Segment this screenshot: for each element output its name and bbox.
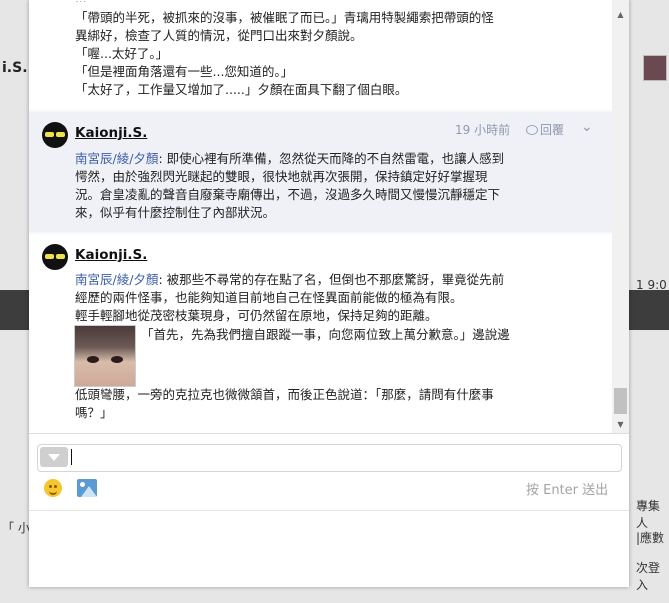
background-username: i.S. (2, 60, 28, 76)
comment-item: Kaionji.S. 南宮辰/綾/夕顏: 被那些不尋常的存在點了名，但倒也不那麼… (29, 234, 612, 433)
triangle-down-icon (48, 454, 60, 461)
author-avatar[interactable] (42, 244, 68, 270)
comment-text: : 即使心裡有所準備，忽然從天而降的不自然雷電，也讓人感到 (158, 151, 505, 166)
comment-text: : 被那些不尋常的存在點了名，但倒也不那麼驚訝，畢竟從先前 (158, 272, 505, 287)
mention-tag[interactable]: 南宮辰/綾/夕顏 (75, 272, 158, 287)
send-hint: 按 Enter 送出 (526, 483, 609, 498)
comment-line: 「帶頭的半死，被抓來的沒事，被催眠了而已。」青璃用特製繩索把帶頭的怪 (75, 10, 494, 25)
comment-list[interactable]: ... 「帶頭的半死，被抓來的沒事，被催眠了而已。」青璃用特製繩索把帶頭的怪 異… (29, 0, 612, 433)
reply-label: 回覆 (540, 123, 565, 137)
reply-icon (526, 125, 538, 135)
background-text-2: |應數 (636, 531, 665, 545)
sunglasses-lens (56, 132, 65, 137)
background-time: 1 9:0 (636, 278, 667, 292)
comment-body: 南宮辰/綾/夕顏: 即使心裡有所準備，忽然從天而降的不自然雷電，也讓人感到 愕然… (75, 150, 600, 222)
comment-line: 「喔...太好了。」 (75, 46, 169, 61)
scrollbar-thumb[interactable] (614, 388, 627, 414)
image-icon[interactable] (77, 479, 97, 497)
background-avatar (643, 55, 667, 81)
chevron-down-icon[interactable]: ⌄ (581, 119, 593, 135)
scroll-down-arrow-icon[interactable]: ▼ (612, 418, 629, 432)
comment-line: 「太好了，工作量又增加了.....」夕顏在面具下翻了個白眼。 (75, 82, 408, 97)
background-text-3: 次登入 (636, 561, 661, 592)
sunglasses-lens (45, 254, 54, 259)
comment-item: ... 「帶頭的半死，被抓來的沒事，被催眠了而已。」青璃用特製繩索把帶頭的怪 異… (29, 0, 612, 110)
comment-input-box[interactable] (37, 444, 622, 472)
comment-line: 「但是裡面角落還有一些...您知道的。」 (75, 64, 294, 79)
portrait-eye (111, 356, 123, 363)
background-quote: 「 小 (2, 521, 30, 535)
comment-text: 況。倉皇凌亂的聲音自廢棄寺廟傳出，不過，沒過多久時間又慢慢沉靜穩定下 (75, 187, 501, 202)
author-name[interactable]: Kaionji.S. (75, 247, 147, 263)
reply-button[interactable]: 回覆 (526, 121, 564, 138)
comment-body: 南宮辰/綾/夕顏: 被那些不尋常的存在點了名，但倒也不那麼驚訝，畢竟從先前 經歷… (75, 271, 600, 325)
comment-text: 低頭彎腰，一旁的克拉克也微微頷首，而後正色說道：「那麼，請問有什麼事 (75, 387, 494, 402)
comment-input[interactable] (74, 447, 618, 469)
background-text-1: 專集人 (636, 499, 661, 530)
portrait-eye (87, 356, 99, 363)
comment-text: 「首先，先為我們擅自跟蹤一事，向您兩位致上萬分歉意。」邊說邊 (141, 327, 510, 342)
sunglasses-lens (56, 254, 65, 259)
sunglasses-lens (45, 132, 54, 137)
comment-text: 來，似乎有什麼控制住了內部狀況。 (75, 205, 276, 220)
comment-text: 經歷的兩件怪事，也能夠知道目前地自己在怪異面前能做的極為有限。 (75, 290, 463, 305)
comment-time: 19 小時前 (455, 123, 511, 137)
mention-tag[interactable]: 南宮辰/綾/夕顏 (75, 151, 158, 166)
divider (29, 433, 629, 434)
comment-text: 輕手輕腳地從茂密枝葉現身，可仍然留在原地，保持足夠的距離。 (75, 308, 438, 323)
character-portrait (74, 325, 136, 387)
vertical-scrollbar[interactable]: ▲ ▼ (612, 0, 629, 433)
comment-item: Kaionji.S. 19 小時前 回覆 ⌄ 南宮辰/綾/夕顏: 即使心裡有所準… (29, 112, 612, 232)
comment-line: 異綁好，檢查了人質的情況，從門口出來對夕顏說。 (75, 28, 363, 43)
smiley-icon[interactable] (44, 479, 62, 497)
expand-toggle-button[interactable] (40, 447, 68, 467)
clipped-line: ... (75, 0, 195, 2)
text-cursor (71, 449, 72, 465)
scroll-up-arrow-icon[interactable]: ▲ (612, 8, 629, 22)
author-avatar[interactable] (42, 122, 68, 148)
author-name[interactable]: Kaionji.S. (75, 125, 147, 141)
comment-text: 嗎？」 (75, 405, 113, 420)
divider (29, 510, 629, 511)
comment-text: 愕然，由於強烈閃光瞇起的雙眼，很快地就再次張開，保持鎮定好好掌握現 (75, 169, 488, 184)
comment-popup: ... 「帶頭的半死，被抓來的沒事，被催眠了而已。」青璃用特製繩索把帶頭的怪 異… (29, 0, 629, 587)
